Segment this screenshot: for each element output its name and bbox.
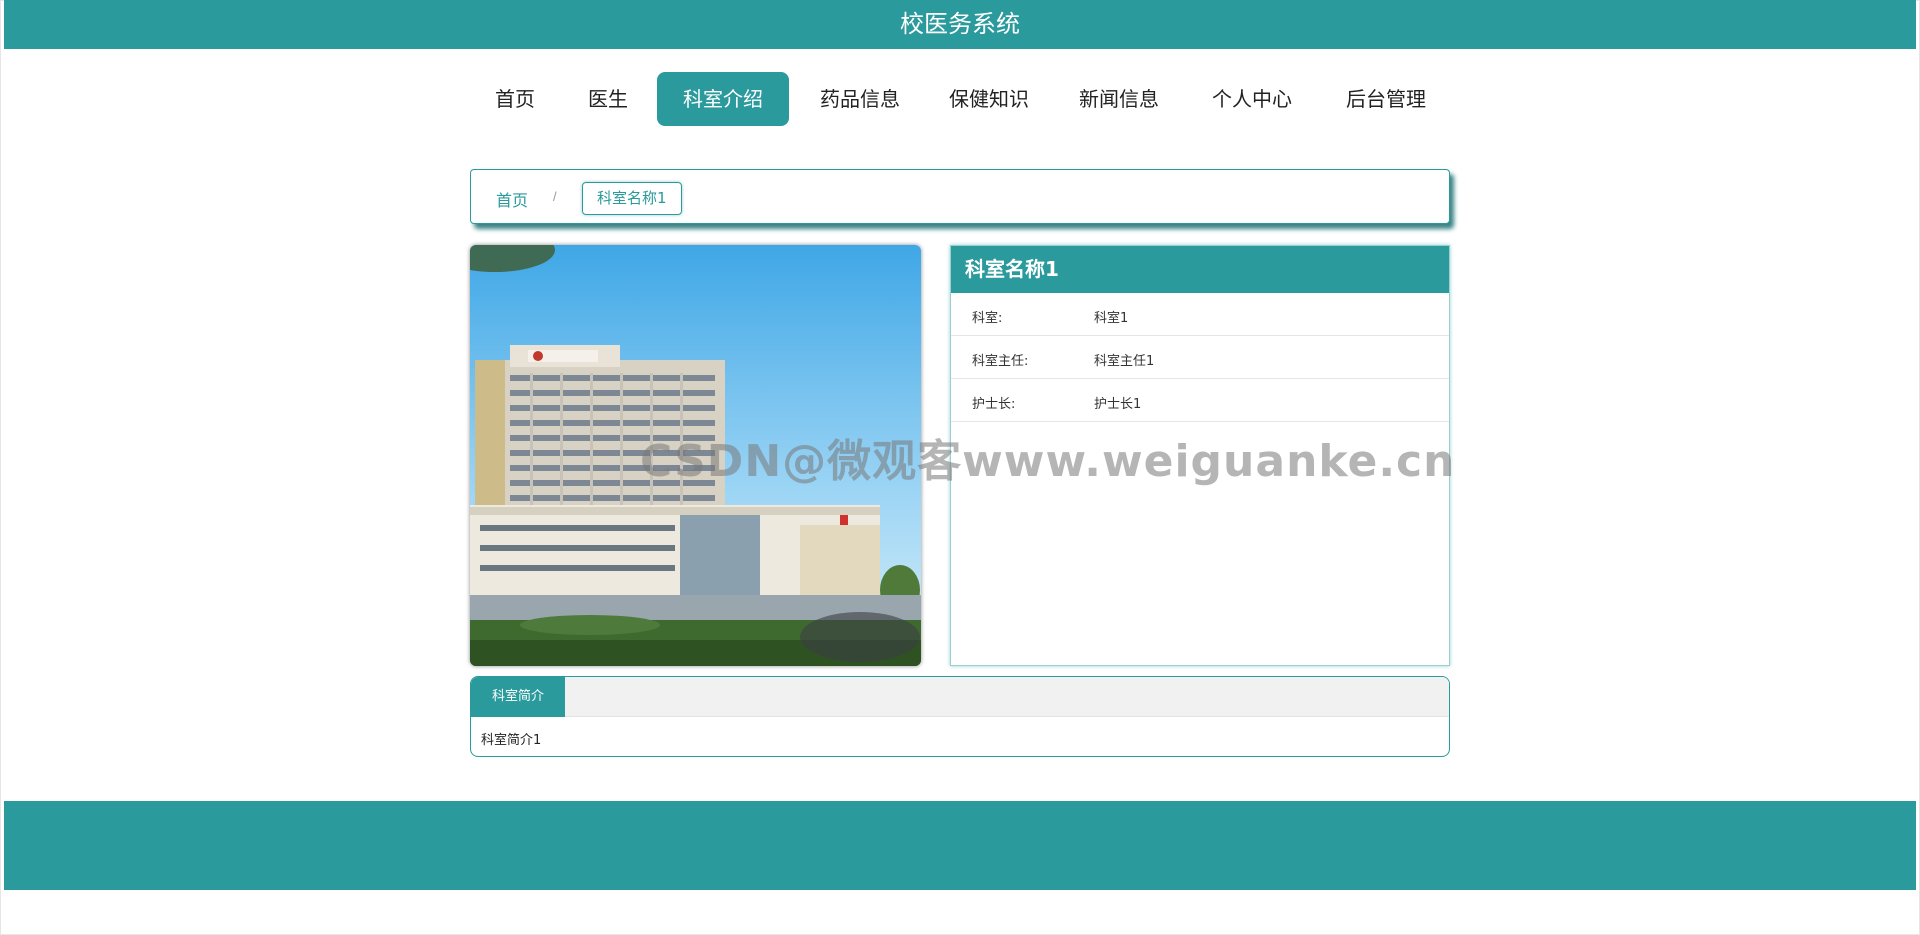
info-label: 科室: <box>972 311 1003 326</box>
info-row-department: 科室: 科室1 <box>951 293 1449 336</box>
department-tabs: 科室简介 科室简介1 <box>470 676 1450 757</box>
info-label: 科室主任: <box>972 354 1029 369</box>
info-row-director: 科室主任: 科室主任1 <box>951 336 1449 379</box>
breadcrumb-home-link[interactable]: 首页 <box>496 187 528 211</box>
department-image <box>470 245 921 666</box>
hospital-building-illustration <box>470 245 921 666</box>
main-nav: 首页 医生 科室介绍 药品信息 保健知识 新闻信息 个人中心 后台管理 <box>0 72 1920 126</box>
info-value: 科室1 <box>1094 311 1129 326</box>
nav-item-medicines[interactable]: 药品信息 <box>812 72 908 126</box>
site-header: 校医务系统 <box>4 0 1916 49</box>
department-info-panel: 科室名称1 科室: 科室1 科室主任: 科室主任1 护士长: 护士长1 <box>950 245 1450 666</box>
nav-item-admin[interactable]: 后台管理 <box>1338 72 1434 126</box>
tab-department-intro[interactable]: 科室简介 <box>471 677 565 717</box>
nav-item-user-center[interactable]: 个人中心 <box>1204 72 1300 126</box>
info-value: 护士长1 <box>1094 397 1142 412</box>
tab-content: 科室简介1 <box>481 733 542 748</box>
tab-bar: 科室简介 <box>471 677 1449 717</box>
nav-item-news[interactable]: 新闻信息 <box>1071 72 1167 126</box>
breadcrumb: 首页 / 科室名称1 <box>470 169 1450 224</box>
site-footer <box>4 801 1916 890</box>
site-title: 校医务系统 <box>900 10 1020 38</box>
breadcrumb-current: 科室名称1 <box>582 182 682 215</box>
nav-item-health-knowledge[interactable]: 保健知识 <box>941 72 1037 126</box>
nav-item-doctors[interactable]: 医生 <box>577 72 639 126</box>
nav-item-departments[interactable]: 科室介绍 <box>657 72 789 126</box>
info-value: 科室主任1 <box>1094 354 1155 369</box>
info-label: 护士长: <box>972 397 1016 412</box>
nav-item-home[interactable]: 首页 <box>484 72 546 126</box>
breadcrumb-separator: / <box>553 189 557 204</box>
department-title: 科室名称1 <box>951 246 1449 293</box>
info-row-head-nurse: 护士长: 护士长1 <box>951 379 1449 422</box>
